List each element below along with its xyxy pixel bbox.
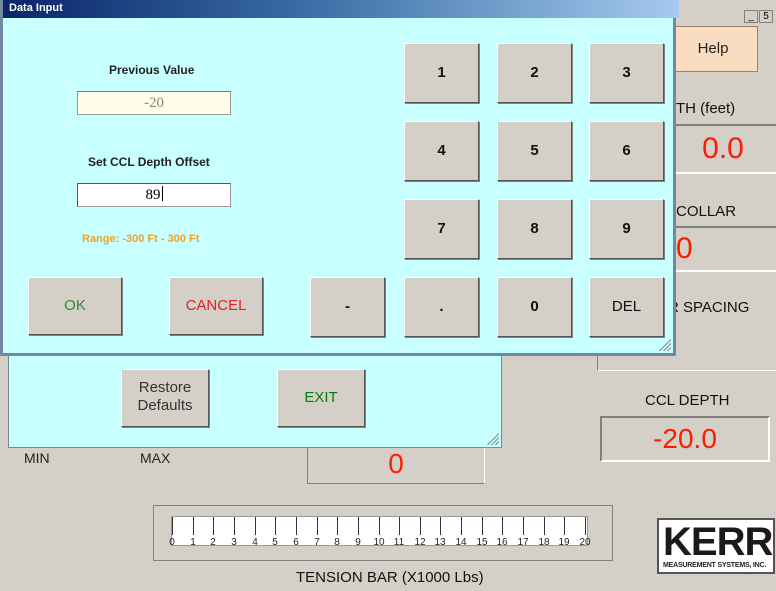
key-1-button[interactable]: 1	[404, 43, 479, 103]
tension-tick	[337, 517, 338, 535]
range-hint: Range: -300 Ft - 300 Ft	[82, 233, 200, 245]
restore-label-line1: Restore	[138, 379, 192, 396]
window-controls: _5x	[744, 6, 776, 41]
max-label: MAX	[140, 450, 171, 466]
key-3-button[interactable]: 3	[589, 43, 664, 103]
tension-tick-label: 19	[558, 537, 570, 548]
tension-tick-label: 6	[293, 537, 299, 548]
ccl-depth-label: CCL DEPTH	[645, 392, 730, 409]
collar-label: COLLAR	[676, 203, 737, 220]
tension-tick-label: 15	[476, 537, 488, 548]
text-caret	[161, 186, 163, 201]
tension-tick-label: 12	[414, 537, 426, 548]
resize-grip-icon[interactable]	[659, 339, 671, 351]
key-7-button[interactable]: 7	[404, 199, 479, 259]
ccl-offset-input[interactable]: 89	[77, 183, 231, 207]
spacing-label: R SPACING	[668, 299, 750, 316]
set-offset-label: Set CCL Depth Offset	[88, 155, 210, 169]
tension-tick-label: 3	[231, 537, 237, 548]
ccl-depth-value: -20.0	[600, 416, 770, 462]
tension-tick	[234, 517, 235, 535]
tension-tick-label: 11	[393, 537, 405, 548]
tension-tick	[420, 517, 421, 535]
tension-tick-label: 14	[455, 537, 467, 548]
min-label: MIN	[24, 450, 50, 466]
tension-tick-label: 1	[190, 537, 196, 548]
input-value: 89	[145, 187, 161, 203]
key-dot-button[interactable]: .	[404, 277, 479, 337]
tension-tick	[564, 517, 565, 535]
tension-tick	[358, 517, 359, 535]
tension-tick-label: 4	[252, 537, 258, 548]
previous-value-field: -20	[77, 91, 231, 115]
restore-defaults-button[interactable]: Restore Defaults	[121, 369, 209, 427]
tension-tick	[523, 517, 524, 535]
tension-tick-label: 0	[169, 537, 175, 548]
restore-label-line2: Defaults	[137, 397, 193, 414]
ok-button[interactable]: OK	[28, 277, 122, 335]
tension-tick	[296, 517, 297, 535]
tension-tick	[482, 517, 483, 535]
tension-tick	[502, 517, 503, 535]
logo-subtitle: MEASUREMENT SYSTEMS, INC.	[663, 562, 767, 569]
key-8-button[interactable]: 8	[497, 199, 572, 259]
tension-tick	[399, 517, 400, 535]
tension-tick	[544, 517, 545, 535]
depth-value: 0.0	[668, 124, 776, 174]
tension-tick-label: 2	[210, 537, 216, 548]
settings-window: Restore Defaults EXIT	[8, 352, 502, 448]
tension-tick-label: 9	[355, 537, 361, 548]
tension-tick	[585, 517, 586, 535]
help-button[interactable]: Help	[668, 26, 758, 72]
tension-tick	[275, 517, 276, 535]
tension-tick-label: 7	[314, 537, 320, 548]
key-6-button[interactable]: 6	[589, 121, 664, 181]
tension-tick	[255, 517, 256, 535]
tension-value: 0	[307, 446, 485, 484]
tension-bar: 0 1 2 3 4 5 6 7 8 9 10 11 12 13 14 15 16 17 18 19 20	[153, 505, 613, 561]
minimize-button[interactable]: _	[744, 10, 758, 23]
dialog-title: Data Input	[9, 2, 63, 14]
cancel-button[interactable]: CANCEL	[169, 277, 263, 335]
dialog-titlebar[interactable]: Data Input	[3, 0, 679, 18]
tension-tick	[193, 517, 194, 535]
tension-tick	[213, 517, 214, 535]
tension-tick-label: 20	[579, 537, 591, 548]
tension-tick-label: 8	[334, 537, 340, 548]
key-2-button[interactable]: 2	[497, 43, 572, 103]
logo-wordmark: KERR	[663, 520, 773, 564]
delete-button[interactable]: DEL	[589, 277, 664, 337]
tension-tick-label: 17	[517, 537, 529, 548]
key-4-button[interactable]: 4	[404, 121, 479, 181]
tension-tick	[440, 517, 441, 535]
tension-tick-label: 5	[272, 537, 278, 548]
tension-tick-label: 18	[538, 537, 550, 548]
data-input-dialog: Data Input Previous Value -20 Set CCL De…	[0, 0, 679, 356]
kerr-logo: KERR MEASUREMENT SYSTEMS, INC.	[657, 518, 775, 574]
tension-tick-label: 10	[373, 537, 385, 548]
key-5-button[interactable]: 5	[497, 121, 572, 181]
tension-tick	[172, 517, 173, 535]
tension-tick-label: 16	[496, 537, 508, 548]
previous-value-label: Previous Value	[109, 63, 195, 77]
collar-value: 0	[668, 226, 776, 272]
resize-grip-icon[interactable]	[487, 433, 499, 445]
depth-label: TH (feet)	[676, 100, 736, 117]
key-0-button[interactable]: 0	[497, 277, 572, 337]
tension-bar-title: TENSION BAR (X1000 Lbs)	[296, 569, 484, 586]
key-minus-button[interactable]: -	[310, 277, 385, 337]
exit-button[interactable]: EXIT	[277, 369, 365, 427]
key-9-button[interactable]: 9	[589, 199, 664, 259]
tension-tick	[317, 517, 318, 535]
tension-tick	[461, 517, 462, 535]
tension-tick	[379, 517, 380, 535]
tension-tick-label: 13	[434, 537, 446, 548]
restore-button[interactable]: 5	[759, 10, 773, 23]
